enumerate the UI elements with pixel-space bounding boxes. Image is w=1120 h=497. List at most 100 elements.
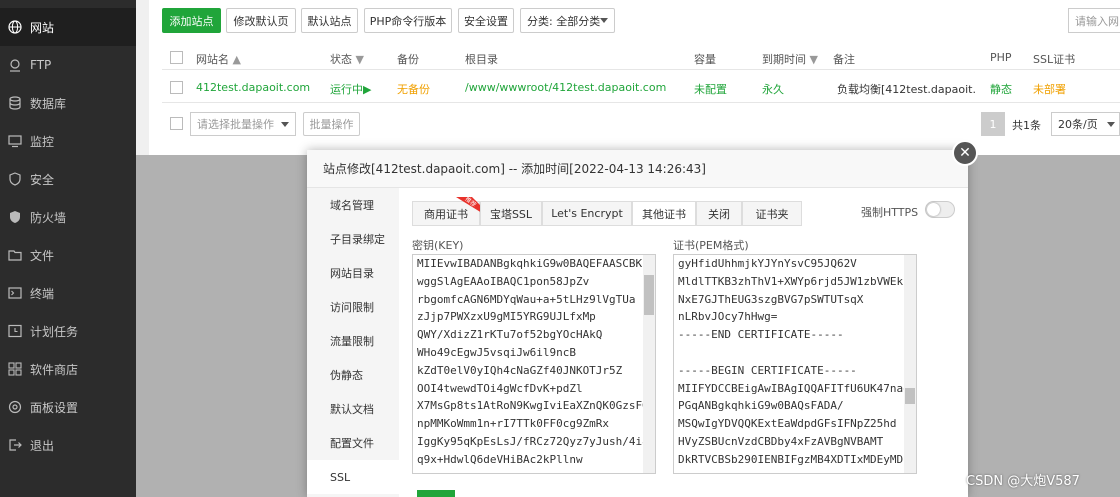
force-https-toggle[interactable] bbox=[925, 201, 955, 218]
sidebar-item-label: 面板设置 bbox=[30, 400, 79, 415]
root-dir-link[interactable]: /www/wwwroot/412test.dapaoit.com bbox=[465, 81, 666, 94]
database-icon bbox=[8, 96, 22, 110]
sidebar-item-label: 数据库 bbox=[30, 96, 67, 111]
default-site-button[interactable]: 默认站点 bbox=[301, 8, 358, 33]
php-cli-version-button[interactable]: PHP命令行版本 bbox=[364, 8, 452, 33]
sidebar-item-ftp[interactable]: FTP bbox=[0, 46, 136, 84]
tab-lets-encrypt[interactable]: Let's Encrypt bbox=[542, 201, 632, 226]
tab-other-cert[interactable]: 其他证书 bbox=[632, 201, 696, 226]
sidebar-item-monitor[interactable]: 监控 bbox=[0, 122, 136, 160]
tab-bt-ssl[interactable]: 宝塔SSL bbox=[480, 201, 542, 226]
sidebar-item-website[interactable]: 网站 bbox=[0, 8, 136, 46]
cert-label: 证书(PEM格式) bbox=[673, 239, 749, 252]
cert-scrollbar[interactable] bbox=[904, 255, 916, 473]
backup-link[interactable]: 无备份 bbox=[397, 81, 430, 97]
sidebar-item-label: 终端 bbox=[30, 286, 55, 301]
sidebar-item-terminal[interactable]: 终端 bbox=[0, 274, 136, 312]
terminal-icon bbox=[8, 286, 22, 300]
divider bbox=[162, 102, 1120, 103]
menu-ssl[interactable]: SSL bbox=[307, 460, 399, 494]
sidebar-item-store[interactable]: 软件商店 bbox=[0, 350, 136, 388]
key-textarea[interactable]: MIIEvwIBADANBgkqhkiG9w0BAQEFAASCBKk wggSl… bbox=[412, 254, 656, 474]
sidebar-item-files[interactable]: 文件 bbox=[0, 236, 136, 274]
capacity-link[interactable]: 未配置 bbox=[694, 81, 727, 97]
col-header-status[interactable]: 状态 ▼ bbox=[330, 51, 364, 67]
store-icon bbox=[8, 362, 22, 376]
col-header-expire[interactable]: 到期时间 ▼ bbox=[762, 51, 818, 67]
caret-down-icon bbox=[600, 18, 608, 23]
sidebar-item-security[interactable]: 安全 bbox=[0, 160, 136, 198]
row-checkbox[interactable] bbox=[170, 81, 183, 94]
cert-textarea[interactable]: gyHfidUhhmjkYJYnYsvC95JQ62V MldlTTKB3zhTh… bbox=[673, 254, 917, 474]
menu-config-file[interactable]: 配置文件 bbox=[307, 426, 399, 460]
col-header-php: PHP bbox=[990, 51, 1012, 64]
scroll-thumb[interactable] bbox=[644, 275, 654, 315]
sort-icon: ▲ bbox=[232, 53, 241, 66]
sidebar-item-settings[interactable]: 面板设置 bbox=[0, 388, 136, 426]
edit-default-page-button[interactable]: 修改默认页 bbox=[226, 8, 296, 33]
text-line: PGqANBgkqhkiG9w0BAQsFADA/ bbox=[678, 399, 844, 413]
status-toggle[interactable]: 运行中▶ bbox=[330, 81, 371, 97]
text-line: HVyZSBUcnVzdCBDby4xFzAVBgNVBAMT bbox=[678, 434, 884, 448]
batch-action-button[interactable]: 批量操作 bbox=[303, 112, 360, 136]
clock-icon bbox=[8, 324, 22, 338]
sidebar-item-cron[interactable]: 计划任务 bbox=[0, 312, 136, 350]
text-line: IggKy95qKpEsLsJ/fRCz72Qyz7yJush/4i8c+jM bbox=[417, 434, 651, 448]
page-current[interactable]: 1 bbox=[981, 112, 1005, 136]
site-name-link[interactable]: 412test.dapaoit.com bbox=[196, 81, 310, 94]
php-version-link[interactable]: 静态 bbox=[990, 81, 1012, 97]
per-page-select[interactable]: 20条/页 bbox=[1051, 112, 1120, 136]
menu-site-dir[interactable]: 网站目录 bbox=[307, 256, 399, 290]
modal-side-menu: 域名管理 子目录绑定 网站目录 访问限制 流量限制 伪静态 默认文档 配置文件 … bbox=[307, 188, 399, 497]
text-line: zJjp7PWXzxU9gMI5YRG9UJLfxMp bbox=[417, 310, 596, 324]
remark-text[interactable]: 负载均衡[412test.dapaoit.cor bbox=[837, 81, 975, 97]
menu-rewrite[interactable]: 伪静态 bbox=[307, 358, 399, 392]
ssl-status-link[interactable]: 未部署 bbox=[1033, 81, 1066, 97]
col-header-name[interactable]: 网站名 ▲ bbox=[196, 51, 241, 67]
footer-checkbox[interactable] bbox=[170, 117, 183, 130]
shield-icon bbox=[8, 172, 22, 186]
menu-subdir[interactable]: 子目录绑定 bbox=[307, 222, 399, 256]
key-label: 密钥(KEY) bbox=[412, 239, 464, 252]
search-input[interactable]: 请输入网 bbox=[1068, 8, 1120, 33]
batch-action-select[interactable]: 请选择批量操作 bbox=[190, 112, 296, 136]
select-all-checkbox[interactable] bbox=[170, 51, 183, 64]
divider bbox=[162, 69, 1120, 70]
close-icon[interactable]: ✕ bbox=[952, 140, 978, 166]
watermark-text: CSDN @大炮V587 bbox=[966, 474, 1080, 489]
sort-icon: ▼ bbox=[809, 53, 818, 66]
sidebar-item-label: 计划任务 bbox=[30, 324, 79, 339]
key-scrollbar[interactable] bbox=[643, 255, 655, 473]
tab-close[interactable]: 关闭 bbox=[696, 201, 742, 226]
text-line: MldlTTKB3zhThV1+XWYp6rjd5JW1zbVWEkL bbox=[678, 274, 910, 288]
category-select-value: 分类: 全部分类 bbox=[527, 14, 601, 28]
force-https-label: 强制HTTPS bbox=[861, 206, 919, 219]
sidebar-item-firewall[interactable]: 防火墙 bbox=[0, 198, 136, 236]
col-header-capacity: 容量 bbox=[694, 53, 716, 66]
add-site-button[interactable]: 添加站点 bbox=[162, 8, 221, 33]
tab-cert-folder[interactable]: 证书夹 bbox=[742, 201, 802, 226]
col-header-backup: 备份 bbox=[397, 53, 419, 66]
menu-default-doc[interactable]: 默认文档 bbox=[307, 392, 399, 426]
save-button[interactable] bbox=[417, 490, 455, 497]
key-text: MIIEvwIBADANBgkqhkiG9w0BAQEFAASCBKk wggSl… bbox=[417, 255, 651, 469]
sidebar-item-logout[interactable]: 退出 bbox=[0, 426, 136, 464]
total-count: 共1条 bbox=[1012, 119, 1041, 132]
menu-access-limit[interactable]: 访问限制 bbox=[307, 290, 399, 324]
category-select[interactable]: 分类: 全部分类 bbox=[520, 8, 615, 33]
sidebar-item-label: 安全 bbox=[30, 172, 55, 187]
text-line bbox=[678, 344, 912, 362]
col-header-ssl: SSL证书 bbox=[1033, 53, 1076, 66]
cert-text: gyHfidUhhmjkYJYnYsvC95JQ62V MldlTTKB3zhTh… bbox=[678, 255, 912, 469]
sidebar-item-database[interactable]: 数据库 bbox=[0, 84, 136, 122]
text-line: X7MsGp8ts1AtRoN9KwgIviEaXZnQK0GzsFG bbox=[417, 399, 649, 413]
menu-domain[interactable]: 域名管理 bbox=[307, 188, 399, 222]
expire-link[interactable]: 永久 bbox=[762, 81, 784, 97]
sidebar-item-label: 退出 bbox=[30, 438, 55, 453]
sort-icon: ▼ bbox=[355, 53, 364, 66]
text-line: -----BEGIN CERTIFICATE----- bbox=[678, 363, 857, 377]
logout-icon bbox=[8, 438, 22, 452]
menu-traffic-limit[interactable]: 流量限制 bbox=[307, 324, 399, 358]
scroll-thumb[interactable] bbox=[905, 388, 915, 404]
security-settings-button[interactable]: 安全设置 bbox=[458, 8, 514, 33]
